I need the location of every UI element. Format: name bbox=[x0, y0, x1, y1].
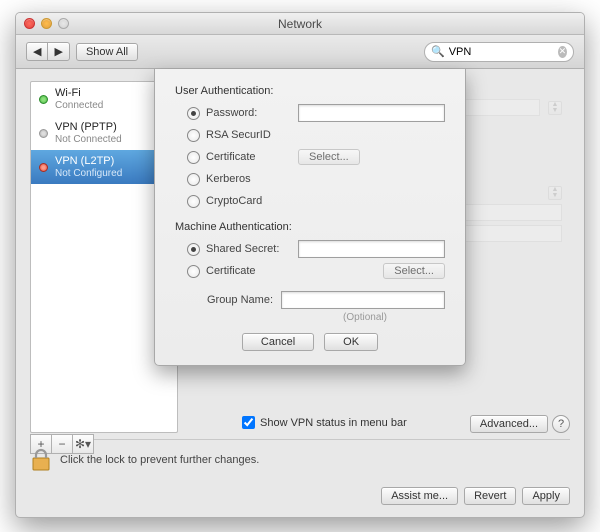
network-prefs-window: Network ◀ ▶ Show All 🔍 ✕ Wi-Fi Connected bbox=[15, 12, 585, 518]
zoom-icon bbox=[58, 18, 69, 29]
toolbar: ◀ ▶ Show All 🔍 ✕ bbox=[16, 35, 584, 69]
machine-cert-label: Certificate bbox=[206, 265, 292, 277]
user-auth-options: Password: RSA SecurID Certificate Select… bbox=[175, 103, 445, 211]
lock-text: Click the lock to prevent further change… bbox=[60, 454, 259, 466]
sidebar-item-label: VPN (PPTP) bbox=[55, 121, 122, 134]
certificate-label: Certificate bbox=[206, 151, 292, 163]
cryptocard-label: CryptoCard bbox=[206, 195, 292, 207]
show-all-button[interactable]: Show All bbox=[76, 43, 138, 61]
forward-button[interactable]: ▶ bbox=[47, 42, 69, 61]
group-name-label: Group Name: bbox=[187, 294, 273, 306]
ok-button[interactable]: OK bbox=[324, 333, 378, 351]
revert-button[interactable]: Revert bbox=[464, 487, 516, 505]
sheet-actions: Cancel OK bbox=[175, 333, 445, 351]
kerberos-label: Kerberos bbox=[206, 173, 292, 185]
shared-secret-input[interactable] bbox=[298, 240, 445, 258]
kerberos-radio[interactable] bbox=[187, 173, 200, 186]
sidebar-item-status: Connected bbox=[55, 100, 103, 112]
apply-button[interactable]: Apply bbox=[522, 487, 570, 505]
show-vpn-status-row: Show VPN status in menu bar bbox=[242, 416, 407, 429]
group-name-row: Group Name: bbox=[175, 291, 445, 309]
password-label: Password: bbox=[206, 107, 292, 119]
sidebar-item-label: VPN (L2TP) bbox=[55, 155, 122, 168]
clear-icon[interactable]: ✕ bbox=[558, 46, 567, 58]
optional-hint: (Optional) bbox=[175, 312, 445, 323]
show-vpn-status-checkbox[interactable] bbox=[242, 416, 255, 429]
machine-auth-options: Shared Secret: Certificate Select... bbox=[175, 239, 445, 281]
certificate-radio[interactable] bbox=[187, 151, 200, 164]
remove-service-button[interactable]: − bbox=[51, 434, 73, 454]
sidebar-item-status: Not Configured bbox=[55, 168, 122, 180]
password-input[interactable] bbox=[298, 104, 445, 122]
assist-button[interactable]: Assist me... bbox=[381, 487, 458, 505]
password-radio[interactable] bbox=[187, 107, 200, 120]
group-name-input[interactable] bbox=[281, 291, 445, 309]
search-icon: 🔍 bbox=[431, 45, 445, 58]
cryptocard-radio[interactable] bbox=[187, 195, 200, 208]
machine-auth-label: Machine Authentication: bbox=[175, 221, 445, 233]
nav-segment: ◀ ▶ bbox=[26, 42, 70, 61]
titlebar: Network bbox=[16, 13, 584, 35]
rsa-label: RSA SecurID bbox=[206, 129, 292, 141]
cancel-button[interactable]: Cancel bbox=[242, 333, 314, 351]
user-cert-select-button[interactable]: Select... bbox=[298, 149, 360, 165]
show-vpn-status-label: Show VPN status in menu bar bbox=[260, 417, 407, 429]
service-actions-button[interactable]: ✻▾ bbox=[72, 434, 94, 454]
status-dot-icon bbox=[39, 129, 48, 138]
sidebar-item-label: Wi-Fi bbox=[55, 87, 103, 100]
shared-secret-label: Shared Secret: bbox=[206, 243, 292, 255]
user-auth-label: User Authentication: bbox=[175, 85, 445, 97]
advanced-button[interactable]: Advanced... bbox=[470, 415, 548, 433]
search-field[interactable]: 🔍 ✕ bbox=[424, 42, 574, 62]
back-button[interactable]: ◀ bbox=[26, 42, 47, 61]
lock-icon[interactable] bbox=[30, 448, 52, 472]
status-dot-icon bbox=[39, 95, 48, 104]
rsa-radio[interactable] bbox=[187, 129, 200, 142]
search-input[interactable] bbox=[449, 46, 554, 58]
traffic-lights bbox=[16, 18, 69, 29]
footer-buttons: Assist me... Revert Apply bbox=[381, 487, 570, 505]
minimize-icon[interactable] bbox=[41, 18, 52, 29]
close-icon[interactable] bbox=[24, 18, 35, 29]
help-button[interactable]: ? bbox=[552, 415, 570, 433]
status-dot-icon bbox=[39, 163, 48, 172]
lock-row: Click the lock to prevent further change… bbox=[16, 440, 584, 472]
advanced-row: Advanced... ? bbox=[470, 415, 570, 433]
machine-cert-radio[interactable] bbox=[187, 265, 200, 278]
window-title: Network bbox=[16, 17, 584, 31]
machine-cert-select-button[interactable]: Select... bbox=[383, 263, 445, 279]
shared-secret-radio[interactable] bbox=[187, 243, 200, 256]
auth-settings-sheet: User Authentication: Password: RSA Secur… bbox=[154, 69, 466, 366]
sidebar-item-status: Not Connected bbox=[55, 134, 122, 146]
